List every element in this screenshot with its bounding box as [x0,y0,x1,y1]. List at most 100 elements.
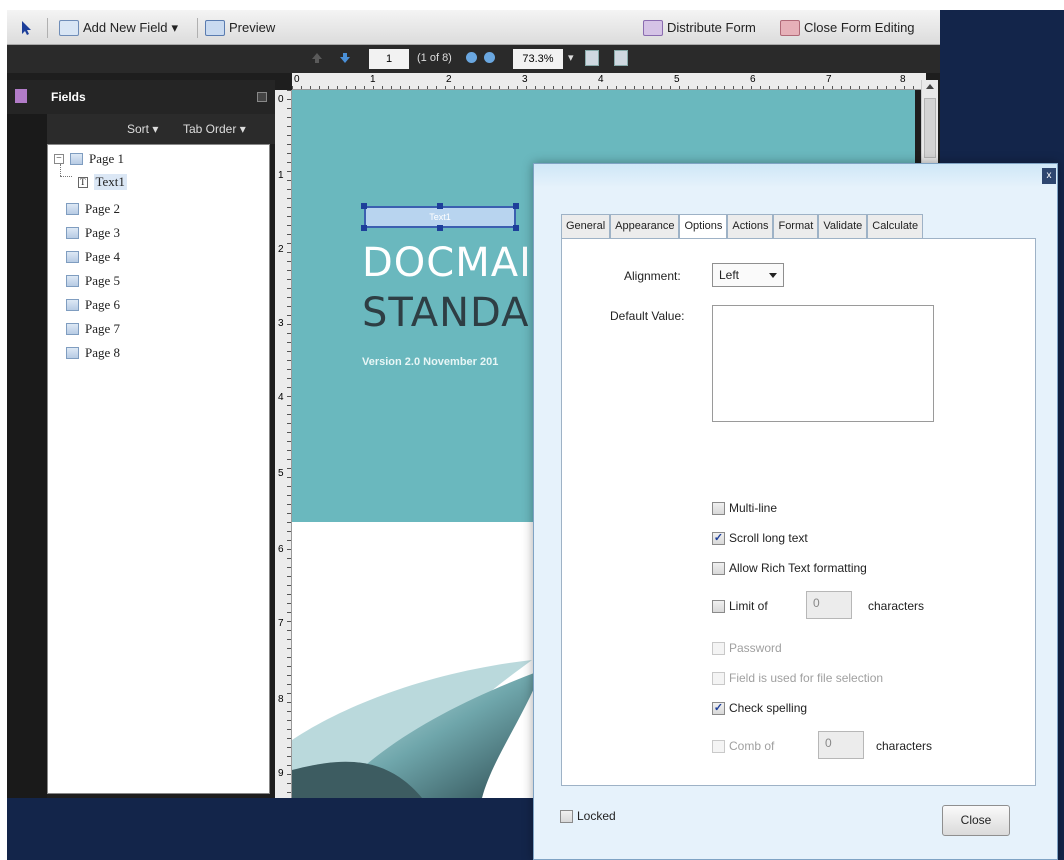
cover-title-line-2: STANDAI [362,290,543,336]
fit-width-icon[interactable] [614,50,628,66]
tree-item-page-6[interactable]: Page 6 [66,297,120,313]
scrollbar-thumb[interactable] [924,98,936,158]
dialog-close-icon[interactable]: x [1042,168,1056,184]
multiline-checkbox[interactable]: Multi-line [712,501,777,515]
scroll-long-text-checkbox[interactable]: ✓ Scroll long text [712,531,808,545]
rich-text-checkbox[interactable]: Allow Rich Text formatting [712,561,867,575]
tree-item-page-2[interactable]: Page 2 [66,201,120,217]
tree-item-label: Page 3 [85,225,121,240]
password-checkbox[interactable]: Password [712,641,782,655]
tree-item-text1[interactable]: T Text1 [78,174,127,190]
resize-handle[interactable] [513,225,519,231]
ruler-number: 4 [598,74,604,85]
dropdown-caret: ▾ [171,19,179,35]
ruler-number: 2 [446,74,452,85]
tree-item-page-5[interactable]: Page 5 [66,273,120,289]
ruler-number: 3 [522,74,528,85]
comb-of-checkbox[interactable]: Comb of [712,739,774,753]
next-page-icon[interactable] [338,51,352,65]
ruler-number: 7 [826,74,832,85]
resize-handle[interactable] [437,203,443,209]
screenshot-root: Add New Field ▾ Preview Distribute Form … [0,0,1064,860]
preview-label: Preview [229,20,276,35]
zoom-out-icon[interactable] [466,52,477,63]
resize-handle[interactable] [513,203,519,209]
resize-handle[interactable] [437,225,443,231]
resize-handle[interactable] [361,225,367,231]
alignment-value: Left [719,268,740,282]
resize-handle[interactable] [361,203,367,209]
tree-item-label: Page 1 [89,151,125,166]
tree-item-page-8[interactable]: Page 8 [66,345,120,361]
ruler-number: 5 [674,74,680,85]
panel-options-icon[interactable] [257,92,267,102]
previous-page-icon[interactable] [310,51,324,65]
scroll-up-icon[interactable] [926,84,934,89]
limit-of-label: Limit of [729,599,768,613]
distribute-form-button[interactable]: Distribute Form [643,17,756,38]
limit-characters-input[interactable]: 0 [806,591,852,619]
tab-general[interactable]: General [561,214,611,238]
tree-item-page-4[interactable]: Page 4 [66,249,120,265]
fields-panel-header: Fields [7,80,275,114]
chevron-down-icon [769,273,777,278]
zoom-dropdown-caret[interactable]: ▾ [568,51,574,64]
tab-validate[interactable]: Validate [818,214,868,238]
checkbox-box [712,641,725,655]
rich-text-label: Allow Rich Text formatting [729,561,867,575]
tree-item-label: Page 2 [85,201,121,216]
default-value-textarea[interactable] [712,305,934,422]
preview-button[interactable]: Preview [205,17,275,38]
limit-of-checkbox[interactable]: Limit of [712,599,768,613]
tab-appearance[interactable]: Appearance [610,214,680,238]
close-form-editing-button[interactable]: Close Form Editing [780,17,915,38]
check-spelling-checkbox[interactable]: ✓ Check spelling [712,701,807,715]
check-spelling-label: Check spelling [729,701,808,715]
sort-menu[interactable]: Sort ▾ [127,122,158,136]
zoom-level-input[interactable]: 73.3% [513,49,563,69]
page-number-input[interactable]: 1 [369,49,409,69]
options-panel: Alignment: Left Default Value: Multi-lin… [561,238,1036,786]
close-button[interactable]: Close [942,805,1010,836]
ruler-number: 2 [278,244,284,255]
tab-format[interactable]: Format [773,214,819,238]
ruler-number: 4 [278,392,284,403]
select-tool-button[interactable] [19,17,35,38]
fit-page-icon[interactable] [585,50,599,66]
tab-calculate[interactable]: Calculate [867,214,924,238]
tab-order-menu[interactable]: Tab Order ▾ [183,122,246,136]
tree-item-page-3[interactable]: Page 3 [66,225,120,241]
collapse-icon[interactable]: − [54,154,64,164]
page-icon [66,347,79,359]
checkbox-box [560,809,573,823]
add-new-field-button[interactable]: Add New Field ▾ [59,17,178,38]
ruler-number: 6 [278,544,284,555]
tree-item-label: Page 7 [85,321,121,336]
tab-options[interactable]: Options [679,214,728,240]
tab-actions[interactable]: Actions [727,214,774,238]
ruler-number: 0 [294,74,300,85]
comb-characters-input[interactable]: 0 [818,731,864,759]
checkbox-box [712,739,725,753]
checkbox-box [712,671,725,685]
ruler-number: 1 [370,74,376,85]
file-selection-checkbox[interactable]: Field is used for file selection [712,671,883,685]
page-icon [66,227,79,239]
ruler-number: 8 [900,74,906,85]
vertical-ruler: 0 1 2 3 4 5 6 7 8 9 [275,90,292,798]
checkmark-icon: ✓ [712,701,725,715]
alignment-select[interactable]: Left [712,263,784,287]
checkbox-box [712,561,725,575]
tree-item-page-7[interactable]: Page 7 [66,321,120,337]
file-selection-label: Field is used for file selection [729,671,884,685]
fields-tree: − Page 1 T Text1 Page 2 Page 3 Page 4 Pa… [47,144,270,794]
preview-icon [205,19,225,36]
limit-characters-suffix: characters [868,599,925,613]
locked-checkbox[interactable]: Locked [560,809,616,823]
page-icon [66,275,79,287]
cover-title-line-1: DOCMAI [362,240,532,286]
fields-sort-bar: Sort ▾ Tab Order ▾ [47,114,275,144]
close-form-icon [780,19,800,36]
tree-item-page-1[interactable]: − Page 1 [54,151,124,167]
zoom-in-icon[interactable] [484,52,495,63]
